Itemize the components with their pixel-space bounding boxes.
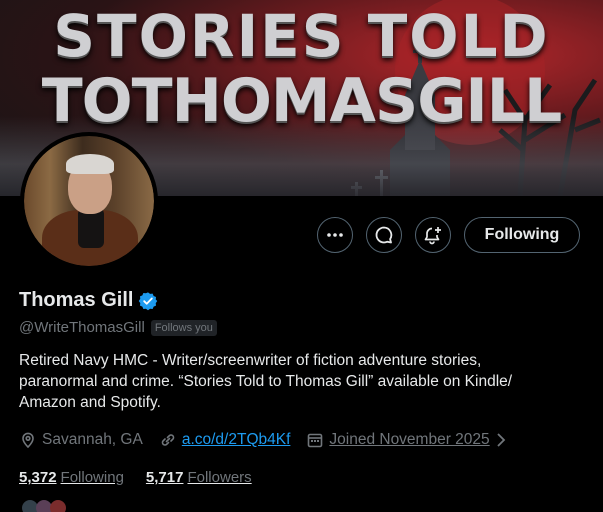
user-handle: @WriteThomasGill xyxy=(19,319,145,336)
following-stat-link[interactable]: 5,372 Following xyxy=(19,469,124,486)
profile-meta: Savannah, GA a.co/d/2TQb4Kf Joined Novem… xyxy=(19,431,507,449)
bio-line: paranormal and crime. “Stories Told to T… xyxy=(19,373,513,390)
calendar-icon xyxy=(308,433,323,448)
message-button[interactable] xyxy=(366,217,402,253)
website-link[interactable]: a.co/d/2TQb4Kf xyxy=(182,431,291,449)
chevron-right-icon[interactable] xyxy=(495,432,507,448)
notify-bell-plus-icon xyxy=(424,227,441,245)
followers-count: 5,717 xyxy=(145,469,184,486)
notify-button[interactable] xyxy=(415,217,451,253)
location-item: Savannah, GA xyxy=(19,431,143,449)
followed-by-avatars[interactable] xyxy=(22,498,66,512)
joined-item[interactable]: Joined November 2025 xyxy=(306,431,506,449)
profile-bio: Retired Navy HMC - Writer/screenwriter o… xyxy=(19,350,589,413)
followers-label: Followers xyxy=(187,469,252,486)
joined-date[interactable]: Joined November 2025 xyxy=(329,431,489,449)
handle-row: @WriteThomasGill Follows you xyxy=(19,319,217,336)
display-name: Thomas Gill xyxy=(19,289,134,311)
name-row: Thomas Gill xyxy=(19,289,158,312)
location-text: Savannah, GA xyxy=(42,431,143,448)
link-icon xyxy=(161,434,175,446)
follows-you-badge: Follows you xyxy=(150,319,217,336)
bio-line: Retired Navy HMC - Writer/screenwriter o… xyxy=(19,352,482,369)
followers-stat-link[interactable]: 5,717 Followers xyxy=(146,469,252,486)
website-item[interactable]: a.co/d/2TQb4Kf xyxy=(159,431,291,449)
location-pin-icon xyxy=(22,432,34,449)
more-button[interactable] xyxy=(317,217,353,253)
banner-title-line1: STORIES TOLD xyxy=(53,2,550,70)
profile-avatar[interactable] xyxy=(20,132,158,270)
more-icon xyxy=(327,233,343,237)
following-button[interactable]: Following xyxy=(464,217,580,253)
avatar-photo xyxy=(24,136,154,266)
banner-title-line2: TOTHOMASGILL xyxy=(41,66,562,136)
verified-badge-icon[interactable] xyxy=(138,291,158,311)
message-icon xyxy=(375,226,393,244)
profile-stats: 5,372 Following 5,717 Followers xyxy=(19,469,252,486)
bio-line: Amazon and Spotify. xyxy=(19,394,161,411)
following-label: Following xyxy=(60,469,124,486)
following-count: 5,372 xyxy=(19,469,57,486)
